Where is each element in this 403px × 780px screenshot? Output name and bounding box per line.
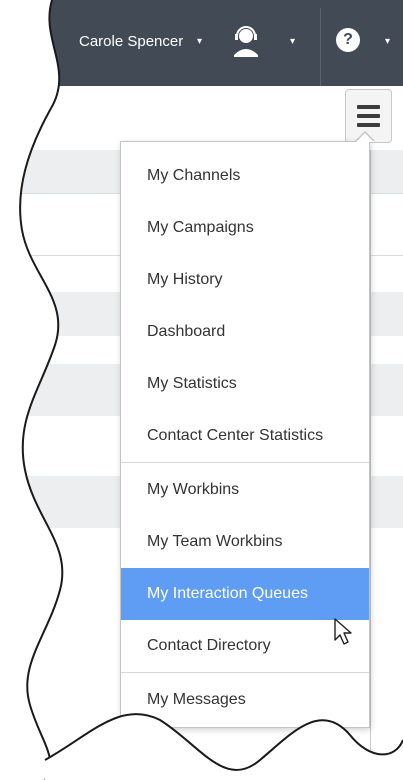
menu-item-my-messages[interactable]: My Messages bbox=[121, 674, 369, 726]
menu-separator bbox=[121, 672, 369, 673]
user-menu-caret-icon[interactable]: ▾ bbox=[197, 35, 202, 49]
topbar-divider bbox=[320, 8, 321, 86]
agent-headset-icon[interactable] bbox=[226, 25, 266, 59]
dropdown-pointer-fill bbox=[356, 133, 374, 142]
workspace-screenshot: Carole Spencer ▾ ▾ ? ▾ My Channels My Ca… bbox=[0, 0, 403, 780]
hamburger-icon bbox=[357, 105, 380, 127]
menu-item-contact-directory[interactable]: Contact Directory bbox=[121, 620, 369, 672]
menu-item-dashboard[interactable]: Dashboard bbox=[121, 306, 369, 358]
menu-item-my-workbins[interactable]: My Workbins bbox=[121, 464, 369, 516]
menu-item-my-channels[interactable]: My Channels bbox=[121, 150, 369, 202]
top-bar: Carole Spencer ▾ ▾ ? ▾ bbox=[0, 0, 403, 86]
user-menu-name[interactable]: Carole Spencer bbox=[79, 33, 183, 51]
menu-item-my-statistics[interactable]: My Statistics bbox=[121, 358, 369, 410]
menu-separator bbox=[121, 462, 369, 463]
background-rail bbox=[370, 150, 371, 780]
mouse-cursor-icon bbox=[334, 618, 352, 645]
menu-item-my-team-workbins[interactable]: My Team Workbins bbox=[121, 516, 369, 568]
help-icon[interactable]: ? bbox=[336, 28, 360, 52]
menu-item-my-interaction-queues[interactable]: My Interaction Queues bbox=[121, 568, 369, 620]
agent-status-caret-icon[interactable]: ▾ bbox=[290, 35, 295, 49]
help-caret-icon[interactable]: ▾ bbox=[385, 35, 390, 49]
menu-item-my-campaigns[interactable]: My Campaigns bbox=[121, 202, 369, 254]
menu-item-my-history[interactable]: My History bbox=[121, 254, 369, 306]
menu-item-contact-center-statistics[interactable]: Contact Center Statistics bbox=[121, 410, 369, 462]
